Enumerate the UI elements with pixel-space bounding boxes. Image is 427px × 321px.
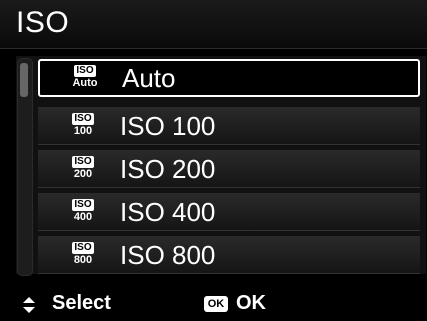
ok-hint-label: OK [236,292,266,314]
iso-icon-bottom: 100 [73,125,93,137]
menu-item-label: Auto [122,63,176,93]
iso-icon-bottom: 400 [73,211,93,223]
footer-bar: Select OK OK [0,288,427,321]
iso-icon-bottom: 200 [73,168,93,180]
iso-400-icon: ISO 400 [68,197,98,225]
iso-100-icon: ISO 100 [68,111,98,139]
iso-icon-bottom: Auto [72,77,98,89]
camera-menu-screen: ISO ISO Auto Auto ISO 100 ISO 100 ISO 20… [0,0,427,321]
iso-200-icon: ISO 200 [68,154,98,182]
menu-item-label: ISO 100 [120,111,216,141]
iso-icon-bottom: 800 [73,254,93,266]
iso-icon-top: ISO [72,199,94,211]
scroll-thumb[interactable] [20,63,28,97]
iso-icon-top: ISO [72,242,94,254]
menu-item-label: ISO 200 [120,154,216,184]
page-title: ISO [16,6,70,39]
title-bar: ISO [0,0,427,49]
select-hint-label: Select [52,292,111,314]
menu-item-auto[interactable]: ISO Auto Auto [38,59,420,97]
iso-icon-top: ISO [74,65,96,77]
menu-item-iso-400[interactable]: ISO 400 ISO 400 [38,193,420,231]
iso-auto-icon: ISO Auto [70,63,100,91]
up-down-icon [23,297,35,313]
scrollbar[interactable] [17,58,33,276]
iso-icon-top: ISO [72,156,94,168]
ok-button-icon: OK [204,296,228,312]
iso-icon-top: ISO [72,113,94,125]
menu-item-label: ISO 400 [120,197,216,227]
iso-800-icon: ISO 800 [68,240,98,268]
menu-item-iso-100[interactable]: ISO 100 ISO 100 [38,107,420,145]
menu-item-iso-800[interactable]: ISO 800 ISO 800 [38,236,420,274]
menu-item-iso-200[interactable]: ISO 200 ISO 200 [38,150,420,188]
menu-item-label: ISO 800 [120,240,216,270]
